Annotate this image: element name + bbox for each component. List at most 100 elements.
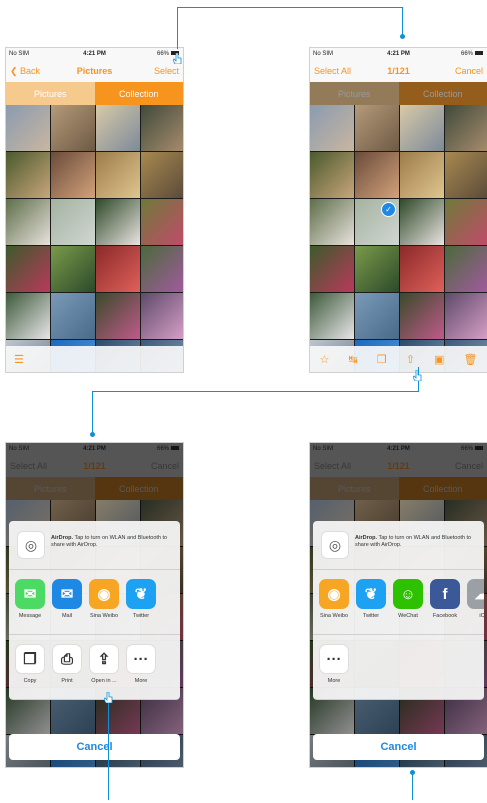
photo-thumbnail[interactable] xyxy=(355,105,399,151)
tab-pictures[interactable]: Pictures xyxy=(310,82,399,105)
share-cancel-button[interactable]: Cancel xyxy=(313,734,484,760)
photo-thumbnail[interactable] xyxy=(96,105,140,151)
tab-collection[interactable]: Collection xyxy=(398,82,487,105)
share-apps-row: ✉ Message ✉ Mail ◉ Sina Weibo ❦ Twitter xyxy=(9,570,180,635)
callout-line xyxy=(412,772,413,800)
share-label: WeChat xyxy=(398,613,418,619)
photo-thumbnail[interactable] xyxy=(6,105,50,151)
share-actions-row: ··· More xyxy=(313,635,484,700)
photo-thumbnail[interactable] xyxy=(445,152,487,198)
photo-thumbnail[interactable] xyxy=(310,293,354,339)
callout-dot xyxy=(410,770,415,775)
more-icon: ··· xyxy=(126,644,156,674)
photo-thumbnail[interactable] xyxy=(141,199,183,245)
nav-bar: Select All 1/121 Cancel xyxy=(310,60,487,82)
more-icon: ··· xyxy=(319,644,349,674)
share-app-ic[interactable]: ☁ iC xyxy=(465,570,484,634)
share-app-twitter[interactable]: ❦ Twitter xyxy=(354,570,388,634)
share-app-message[interactable]: ✉ Message xyxy=(13,570,47,634)
photo-thumbnail[interactable] xyxy=(51,293,95,339)
photo-thumbnail[interactable] xyxy=(51,246,95,292)
facebook-icon: f xyxy=(430,579,460,609)
photo-thumbnail[interactable] xyxy=(445,246,487,292)
share-app-facebook[interactable]: f Facebook xyxy=(428,570,462,634)
message-icon: ✉ xyxy=(15,579,45,609)
battery-label: 66% xyxy=(461,51,483,57)
photo-thumbnail[interactable] xyxy=(96,293,140,339)
photo-thumbnail[interactable] xyxy=(355,152,399,198)
photo-thumbnail[interactable] xyxy=(400,293,444,339)
share-cancel-button[interactable]: Cancel xyxy=(9,734,180,760)
share-action-more[interactable]: ··· More xyxy=(317,635,351,699)
wechat-icon: ☺ xyxy=(393,579,423,609)
callout-line xyxy=(108,700,109,800)
share-app-sina-weibo[interactable]: ◉ Sina Weibo xyxy=(317,570,351,634)
airdrop-panel[interactable]: ◎ AirDrop. Tap to turn on WLAN and Bluet… xyxy=(9,521,180,570)
photo-thumbnail[interactable] xyxy=(400,105,444,151)
folder-icon[interactable]: ▣ xyxy=(434,353,444,366)
photo-thumbnail[interactable] xyxy=(400,199,444,245)
photo-thumbnail[interactable] xyxy=(310,246,354,292)
photo-thumbnail[interactable] xyxy=(445,293,487,339)
share-action-print[interactable]: ⎙ Print xyxy=(50,635,84,699)
photo-thumbnail[interactable] xyxy=(6,199,50,245)
export-file-icon[interactable]: ↹ xyxy=(348,353,357,366)
photo-thumbnail[interactable] xyxy=(445,105,487,151)
weibo-icon: ◉ xyxy=(89,579,119,609)
share-label: Sina Weibo xyxy=(319,613,349,619)
photo-thumbnail[interactable] xyxy=(96,152,140,198)
list-icon[interactable]: ☰ xyxy=(14,353,24,366)
share-label: Message xyxy=(18,613,42,619)
share-icon[interactable]: ⇧ xyxy=(406,353,415,366)
photo-thumbnail[interactable] xyxy=(6,246,50,292)
share-app-sina-weibo[interactable]: ◉ Sina Weibo xyxy=(87,570,121,634)
share-app-twitter[interactable]: ❦ Twitter xyxy=(124,570,158,634)
tab-pictures[interactable]: Pictures xyxy=(6,82,95,105)
callout-line xyxy=(177,7,178,49)
share-label: Open in ... xyxy=(91,678,117,684)
copy-icon[interactable]: ❐ xyxy=(377,353,387,366)
airdrop-title: AirDrop. xyxy=(355,535,377,541)
photo-thumbnail[interactable] xyxy=(51,152,95,198)
share-action-more[interactable]: ··· More xyxy=(124,635,158,699)
photo-thumbnail[interactable] xyxy=(310,152,354,198)
screen-select-mode: No SIM 4:21 PM 66% Select All 1/121 Canc… xyxy=(309,47,487,373)
photo-thumbnail[interactable] xyxy=(310,199,354,245)
select-button[interactable]: Select xyxy=(154,66,179,76)
battery-icon xyxy=(475,51,483,56)
photo-thumbnail[interactable] xyxy=(51,199,95,245)
photo-thumbnail[interactable] xyxy=(355,246,399,292)
photo-thumbnail[interactable] xyxy=(141,246,183,292)
share-label: iC xyxy=(479,613,484,619)
photo-thumbnail[interactable] xyxy=(51,105,95,151)
photo-thumbnail[interactable] xyxy=(6,152,50,198)
share-action-open-in[interactable]: ⇪ Open in ... xyxy=(87,635,121,699)
photo-grid: ✓ xyxy=(310,105,487,372)
tab-collection[interactable]: Collection xyxy=(94,82,183,105)
photo-thumbnail[interactable]: ✓ xyxy=(355,199,399,245)
photo-thumbnail[interactable] xyxy=(400,246,444,292)
photo-thumbnail[interactable] xyxy=(445,199,487,245)
trash-icon[interactable]: 🗑 xyxy=(463,353,477,366)
cancel-button[interactable]: Cancel xyxy=(455,66,483,76)
photo-thumbnail[interactable] xyxy=(141,105,183,151)
photo-thumbnail[interactable] xyxy=(310,105,354,151)
share-app-wechat[interactable]: ☺ WeChat xyxy=(391,570,425,634)
photo-thumbnail[interactable] xyxy=(141,152,183,198)
photo-thumbnail[interactable] xyxy=(400,152,444,198)
share-action-copy[interactable]: ❐ Copy xyxy=(13,635,47,699)
toolbar: ☆ ↹ ❐ ⇧ ▣ 🗑 xyxy=(310,346,487,372)
star-icon[interactable]: ☆ xyxy=(320,353,330,366)
photo-thumbnail[interactable] xyxy=(141,293,183,339)
photo-thumbnail[interactable] xyxy=(96,199,140,245)
callout-line xyxy=(177,7,402,8)
airdrop-panel[interactable]: ◎ AirDrop. Tap to turn on WLAN and Bluet… xyxy=(313,521,484,570)
photo-thumbnail[interactable] xyxy=(355,293,399,339)
callout-dot xyxy=(400,34,405,39)
airdrop-icon: ◎ xyxy=(321,531,349,559)
tap-hand-icon xyxy=(413,370,422,381)
share-app-mail[interactable]: ✉ Mail xyxy=(50,570,84,634)
screen-pictures-browse: No SIM 4:21 PM 66% ❮ Back Pictures Selec… xyxy=(5,47,184,373)
photo-thumbnail[interactable] xyxy=(6,293,50,339)
photo-thumbnail[interactable] xyxy=(96,246,140,292)
